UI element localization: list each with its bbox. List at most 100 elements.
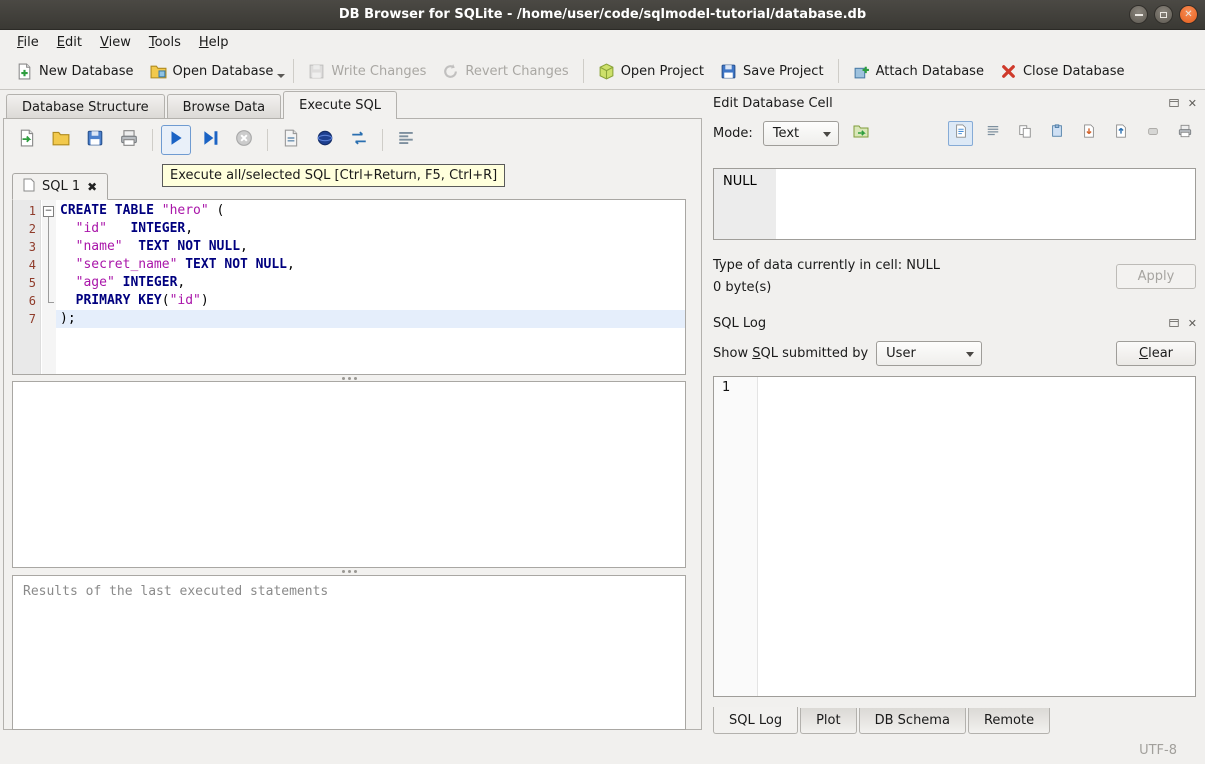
menu-help[interactable]: Help <box>190 33 238 52</box>
clear-log-button[interactable]: Clear <box>1116 340 1196 366</box>
execute-all-button[interactable] <box>161 125 191 155</box>
attach-database-icon <box>853 63 870 80</box>
set-null-button[interactable] <box>1140 121 1165 146</box>
close-database-icon <box>1000 63 1017 80</box>
tab-db-schema[interactable]: DB Schema <box>858 708 966 734</box>
tab-browse-data[interactable]: Browse Data <box>166 94 282 119</box>
mode-label: Mode: <box>713 125 753 141</box>
tab-plot[interactable]: Plot <box>800 708 857 734</box>
copy-cell-button[interactable] <box>1012 121 1037 146</box>
stop-execution-button[interactable] <box>229 125 259 155</box>
paste-cell-button[interactable] <box>1044 121 1069 146</box>
dock-close-icon[interactable]: ✕ <box>1188 98 1197 109</box>
minimize-button[interactable] <box>1129 5 1148 24</box>
open-database-icon <box>150 63 167 80</box>
tab-execute-sql[interactable]: Execute SQL <box>283 91 398 119</box>
attach-database-button[interactable]: Attach Database <box>845 58 992 85</box>
export-data-button[interactable] <box>1108 121 1133 146</box>
export-data-icon <box>1114 124 1128 142</box>
apply-button[interactable]: Apply <box>1116 264 1196 289</box>
window-title: DB Browser for SQLite - /home/user/code/… <box>338 7 867 22</box>
titlebar[interactable]: DB Browser for SQLite - /home/user/code/… <box>0 0 1205 30</box>
filter-label: Show SQL submitted by <box>713 345 869 361</box>
splitter-handle[interactable] <box>12 569 686 574</box>
dock-float-icon[interactable] <box>1168 97 1180 109</box>
open-project-button[interactable]: Open Project <box>590 58 712 85</box>
open-database-button[interactable]: Open Database <box>142 58 282 85</box>
export-results-icon <box>282 129 300 151</box>
line-number: 1 <box>28 204 36 218</box>
minimize-icon <box>1134 13 1143 16</box>
menu-edit[interactable]: Edit <box>48 33 91 52</box>
close-button[interactable]: ✕ <box>1179 5 1198 24</box>
print-cell-button[interactable] <box>1172 121 1197 146</box>
sql-tab-label: SQL 1 <box>42 179 81 194</box>
print-icon <box>120 129 138 151</box>
sql-editor[interactable]: 1− CREATE TABLE "hero" (2 "id" INTEGER, 3 … <box>12 199 686 375</box>
fold-margin[interactable]: − <box>42 202 56 220</box>
save-as-view-button[interactable] <box>310 125 340 155</box>
open-database-menu-arrow-icon[interactable] <box>277 74 286 78</box>
fold-margin <box>42 274 56 292</box>
sql-token: "id" <box>169 293 201 308</box>
chevron-down-icon <box>822 131 831 137</box>
maximize-button[interactable] <box>1154 5 1173 24</box>
toolbar-separator <box>267 129 268 151</box>
dock-close-icon[interactable]: ✕ <box>1188 318 1197 329</box>
sql-log-title: SQL Log <box>713 315 767 331</box>
sql-document-tab[interactable]: SQL 1 ✖ <box>12 173 109 200</box>
editor-line[interactable]: 2 "id" INTEGER, <box>13 220 685 238</box>
text-mode-button[interactable] <box>948 120 973 146</box>
cell-size-info: 0 byte(s) <box>713 280 772 295</box>
close-tab-icon[interactable]: ✖ <box>87 180 97 194</box>
editor-line[interactable]: 7); <box>13 310 685 328</box>
execute-current-line-button[interactable] <box>195 125 225 155</box>
execute-line-icon <box>201 129 219 151</box>
editor-line[interactable]: 4 "secret_name" TEXT NOT NULL, <box>13 256 685 274</box>
cell-editor[interactable]: NULL <box>713 168 1196 240</box>
sql-toolbar <box>12 124 421 156</box>
dock-float-icon[interactable] <box>1168 317 1180 329</box>
fold-margin <box>42 238 56 256</box>
encoding-indicator: UTF-8 <box>1139 742 1177 758</box>
editor-line[interactable]: 5 "age" INTEGER, <box>13 274 685 292</box>
menu-file[interactable]: File <box>8 33 48 52</box>
editor-line[interactable]: 1− CREATE TABLE "hero" ( <box>13 202 685 220</box>
database-sphere-icon <box>316 129 334 151</box>
sql-token: ( <box>161 293 170 308</box>
save-sql-file-button[interactable] <box>80 125 110 155</box>
export-results-button[interactable] <box>276 125 306 155</box>
new-database-button[interactable]: New Database <box>8 58 142 85</box>
menu-tools[interactable]: Tools <box>140 33 190 52</box>
sql-token: "age" <box>75 275 115 290</box>
close-database-button[interactable]: Close Database <box>992 58 1133 85</box>
new-database-icon <box>16 63 33 80</box>
sql-token: "secret_name" <box>75 257 178 272</box>
menu-view[interactable]: View <box>91 33 140 52</box>
import-data-button[interactable] <box>1076 121 1101 146</box>
tab-remote[interactable]: Remote <box>967 708 1051 734</box>
set-null-icon <box>1146 124 1160 142</box>
submitter-select[interactable]: User <box>876 340 983 366</box>
format-sql-button[interactable] <box>391 125 421 155</box>
open-sql-file-button[interactable] <box>46 125 76 155</box>
revert-changes-button[interactable]: Revert Changes <box>434 58 576 85</box>
tab-sql-log[interactable]: SQL Log <box>713 707 799 734</box>
mode-select[interactable]: Text <box>762 120 839 146</box>
tab-database-structure[interactable]: Database Structure <box>6 94 165 119</box>
maximize-icon <box>1160 11 1167 18</box>
code-text: PRIMARY KEY("id") <box>56 292 685 310</box>
cell-editor-gutter: NULL <box>714 169 776 239</box>
import-text-button[interactable] <box>849 121 874 146</box>
editor-line[interactable]: 6 PRIMARY KEY("id") <box>13 292 685 310</box>
attach-database-label: Attach Database <box>875 63 984 79</box>
find-replace-button[interactable] <box>344 125 374 155</box>
save-project-button[interactable]: Save Project <box>712 58 832 85</box>
write-changes-button[interactable]: Write Changes <box>300 58 434 85</box>
print-sql-button[interactable] <box>114 125 144 155</box>
fold-collapse-icon[interactable]: − <box>43 205 54 217</box>
open-sql-in-tab-button[interactable] <box>12 125 42 155</box>
editor-line[interactable]: 3 "name" TEXT NOT NULL, <box>13 238 685 256</box>
word-wrap-button[interactable] <box>980 121 1005 146</box>
